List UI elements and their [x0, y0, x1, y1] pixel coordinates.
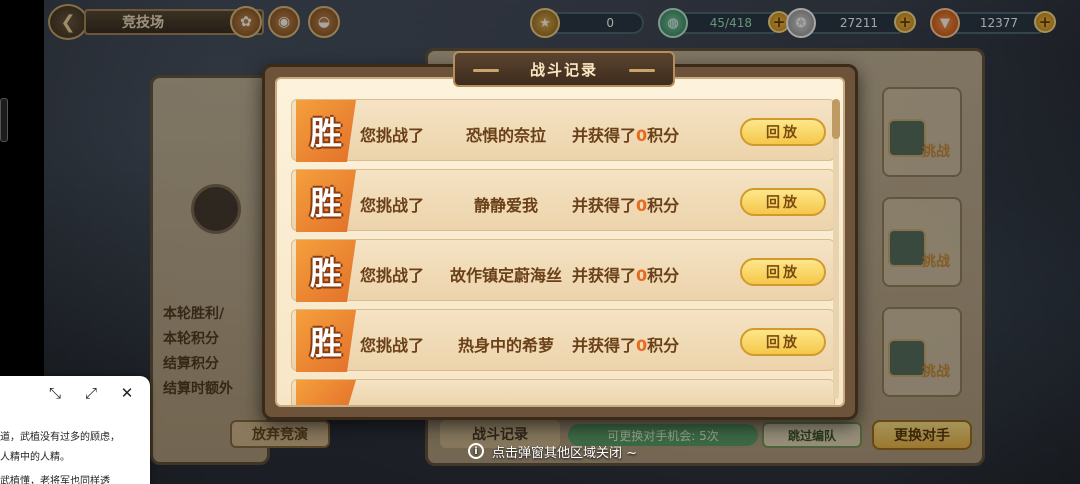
record-row: 胜 您挑战了 静静爱我 并获得了0积分 回放 [291, 169, 835, 232]
opponent-name: 热身中的希萝 [457, 336, 554, 355]
score-value: 0 [636, 126, 648, 145]
modal-title: 战斗记录 [453, 51, 675, 87]
close-icon[interactable]: ✕ [118, 384, 136, 402]
floating-text-line: 武植懂，老将军也同样透 [0, 476, 110, 484]
score-value: 0 [636, 266, 648, 285]
win-badge: 胜 [296, 170, 356, 232]
expand-icon[interactable]: ⤢ [82, 384, 100, 402]
win-badge: 胜 [296, 310, 356, 372]
side-drag-handle[interactable] [0, 98, 8, 142]
close-hint: i 点击弹窗其他区域关闭 ~ [468, 440, 637, 462]
opponent-name: 静静爱我 [473, 196, 538, 215]
scrollbar-thumb[interactable] [832, 99, 840, 139]
win-badge: 胜 [296, 100, 356, 162]
opponent-name: 故作镇定蔚海丝 [449, 266, 562, 285]
record-row: 胜 您挑战了 恐惧的奈拉 并获得了0积分 回放 [291, 99, 835, 162]
score-value: 0 [636, 196, 648, 215]
win-badge [296, 380, 356, 405]
record-row [291, 379, 835, 405]
modal-body: 胜 您挑战了 恐惧的奈拉 并获得了0积分 回放 胜 您挑战了 静静爱我 并获得了… [275, 77, 845, 407]
win-badge: 胜 [296, 240, 356, 302]
floating-window[interactable]: ⤡ ⤢ ✕ 道，武植没有过多的顾虑， 人精中的人精。 武植懂，老将军也同样透 [0, 376, 150, 484]
record-list[interactable]: 胜 您挑战了 恐惧的奈拉 并获得了0积分 回放 胜 您挑战了 静静爱我 并获得了… [291, 99, 835, 405]
opponent-name: 恐惧的奈拉 [465, 126, 546, 145]
score-value: 0 [636, 336, 648, 355]
replay-button[interactable]: 回放 [740, 258, 826, 286]
scrollbar-track[interactable] [833, 99, 839, 399]
battle-record-modal: 胜 您挑战了 恐惧的奈拉 并获得了0积分 回放 胜 您挑战了 静静爱我 并获得了… [262, 51, 858, 420]
floating-text-line: 人精中的人精。 [0, 452, 70, 463]
replay-button[interactable]: 回放 [740, 328, 826, 356]
floating-text-line: 道，武植没有过多的顾虑， [0, 432, 120, 443]
replay-button[interactable]: 回放 [740, 188, 826, 216]
record-row: 胜 您挑战了 故作镇定蔚海丝 并获得了0积分 回放 [291, 239, 835, 302]
info-icon: i [468, 443, 484, 459]
record-row: 胜 您挑战了 热身中的希萝 并获得了0积分 回放 [291, 309, 835, 372]
replay-button[interactable]: 回放 [740, 118, 826, 146]
collapse-icon[interactable]: ⤡ [46, 384, 64, 402]
floating-window-controls: ⤡ ⤢ ✕ [46, 384, 136, 402]
